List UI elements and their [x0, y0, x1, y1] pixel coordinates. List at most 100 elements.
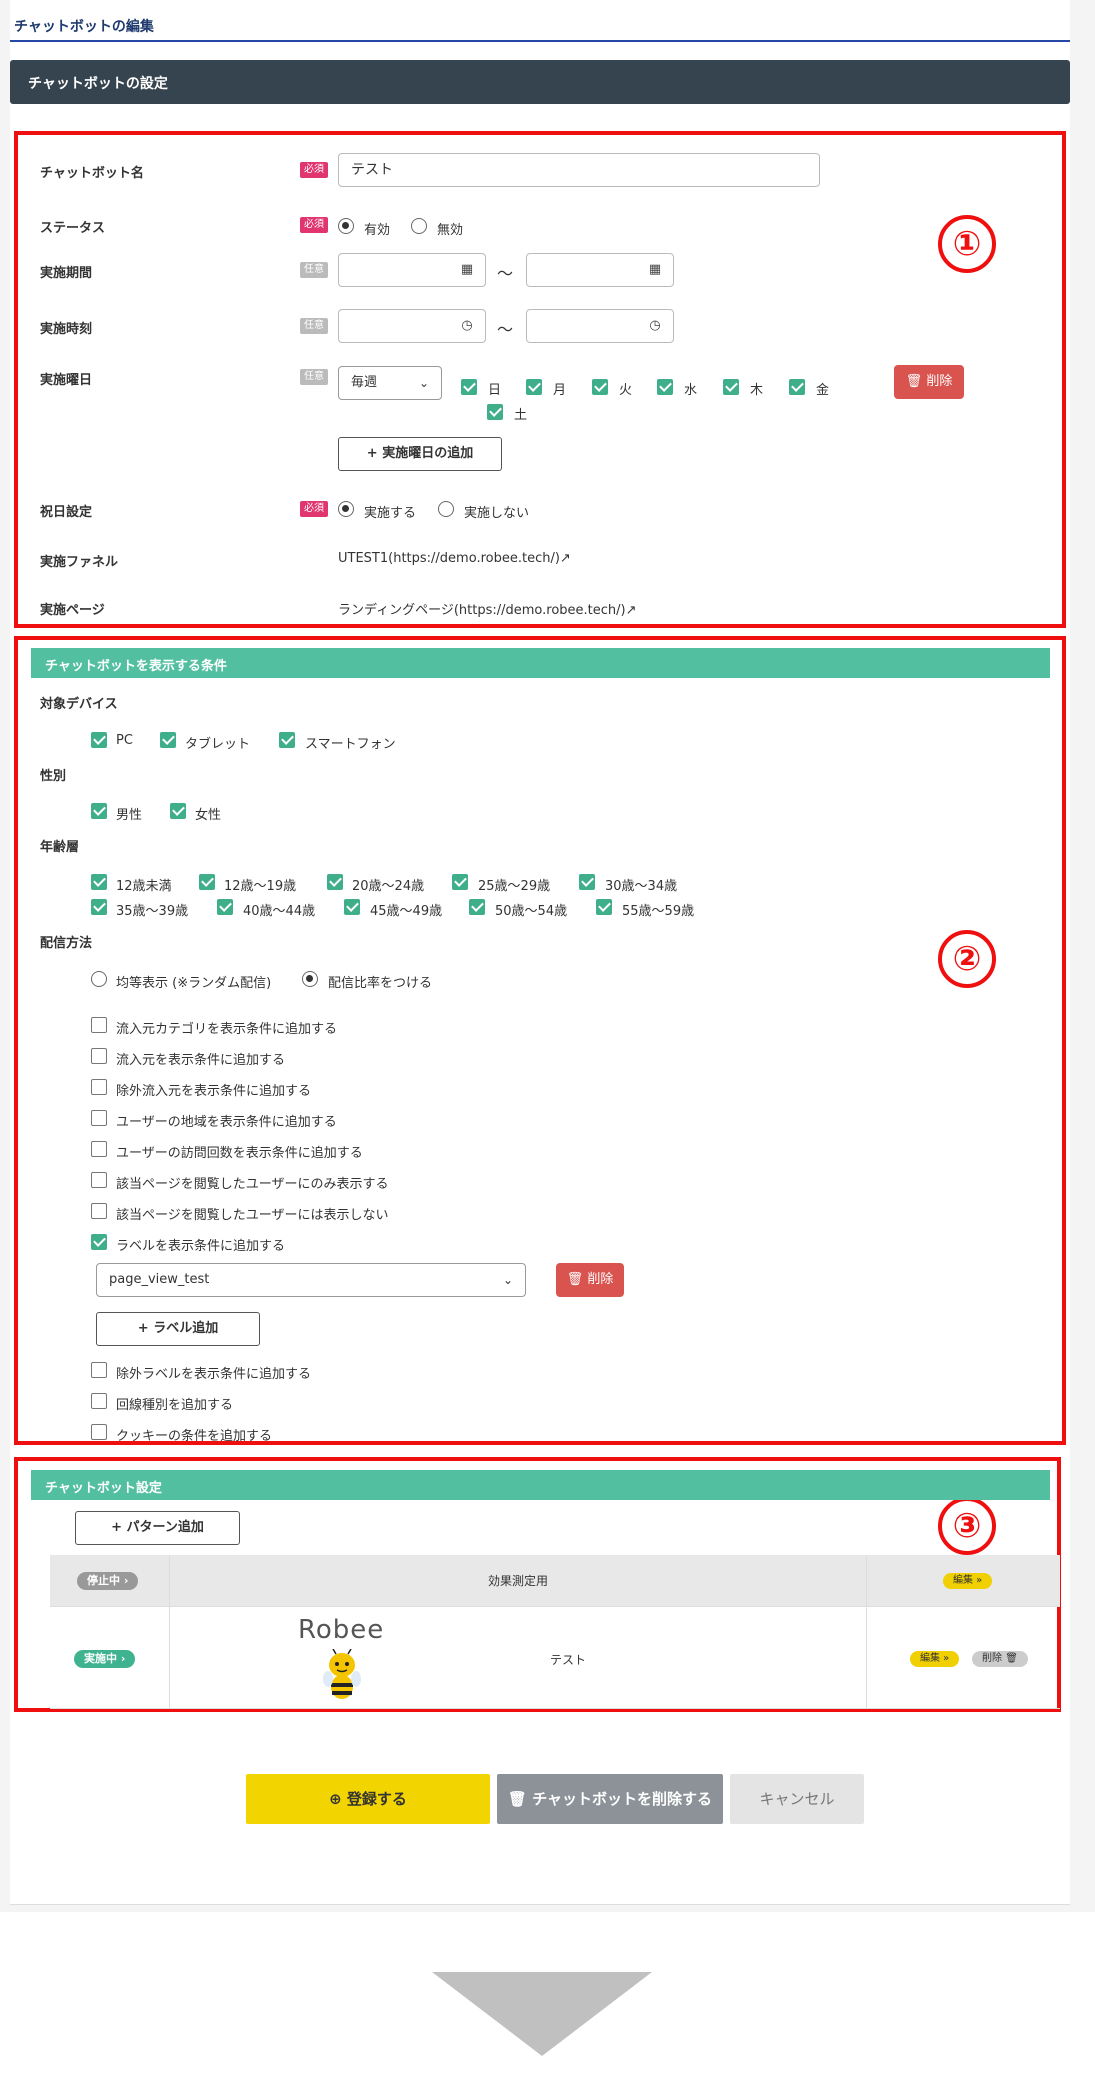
cond-checkbox-region[interactable]	[91, 1110, 107, 1126]
required-badge: 必須	[300, 501, 328, 517]
device-checkbox-tablet[interactable]	[160, 732, 176, 748]
gender-checkbox-male[interactable]	[91, 803, 107, 819]
chevron-down-icon: ⌄	[418, 376, 429, 390]
device-checkbox-smartphone[interactable]	[279, 732, 295, 748]
age-checkbox[interactable]	[344, 899, 360, 915]
status-enabled-radio[interactable]	[338, 218, 354, 234]
marker-2: ②	[938, 930, 996, 988]
optional-badge: 任意	[300, 262, 328, 278]
device-checkbox-pc[interactable]	[91, 732, 107, 748]
weekday-select[interactable]: 毎週 ⌄	[338, 366, 442, 400]
cond-checkbox-viewed-exclude[interactable]	[91, 1203, 107, 1219]
delete-button[interactable]: 削除 🗑	[972, 1651, 1028, 1667]
external-link-icon: ↗	[625, 603, 637, 618]
age-option: 55歳～59歳	[622, 904, 695, 919]
title-underline	[10, 40, 1070, 42]
age-checkbox[interactable]	[91, 874, 107, 890]
day-checkbox-tue[interactable]	[592, 379, 608, 395]
cond-label: ラベルを表示条件に追加する	[116, 1239, 286, 1254]
gender-checkbox-female[interactable]	[170, 803, 186, 819]
age-checkbox[interactable]	[579, 874, 595, 890]
status-enabled-label: 有効	[364, 223, 391, 238]
cond-checkbox-line-type[interactable]	[91, 1393, 107, 1409]
add-weekday-button[interactable]: + 実施曜日の追加	[338, 437, 502, 471]
register-button[interactable]: ⊕ 登録する	[246, 1774, 490, 1824]
calendar-icon: ▦	[460, 262, 474, 277]
status-stopped-badge[interactable]: 停止中 ›	[77, 1572, 139, 1590]
edit-button[interactable]: 編集 »	[943, 1573, 993, 1589]
label-delete-button[interactable]: 🗑 削除	[556, 1263, 624, 1297]
marker-3: ③	[938, 1497, 996, 1555]
page-link[interactable]: ランディングページ(https://demo.robee.tech/)↗	[338, 599, 637, 618]
status-running-badge[interactable]: 実施中 ›	[74, 1650, 136, 1668]
day-label-mon: 月	[553, 383, 567, 398]
age-option: 35歳～39歳	[116, 904, 189, 919]
required-badge: 必須	[300, 217, 328, 233]
label-select[interactable]: page_view_test ⌄	[96, 1263, 526, 1297]
age-option: 50歳～54歳	[495, 904, 568, 919]
day-checkbox-wed[interactable]	[657, 379, 673, 395]
age-checkbox[interactable]	[217, 899, 233, 915]
period-end-input[interactable]: ▦	[526, 253, 674, 287]
delete-chatbot-button[interactable]: 🗑 チャットボットを削除する	[497, 1774, 723, 1824]
cond-checkbox-source[interactable]	[91, 1048, 107, 1064]
cond-label: 該当ページを閲覧したユーザーにのみ表示する	[116, 1177, 389, 1192]
cond-checkbox-excluded-label[interactable]	[91, 1362, 107, 1378]
cond-checkbox-viewed-only[interactable]	[91, 1172, 107, 1188]
cancel-button[interactable]: キャンセル	[730, 1774, 864, 1824]
delivery-even-radio[interactable]	[91, 971, 107, 987]
day-checkbox-mon[interactable]	[526, 379, 542, 395]
cond-checkbox-label[interactable]	[91, 1234, 107, 1250]
holiday-off-radio[interactable]	[438, 501, 454, 517]
cond-checkbox-visits[interactable]	[91, 1141, 107, 1157]
delivery-label: 配信方法	[40, 936, 93, 951]
day-checkbox-sun[interactable]	[461, 379, 477, 395]
age-checkbox[interactable]	[91, 899, 107, 915]
pattern-name: テスト	[550, 1653, 587, 1667]
device-label-tablet: タブレット	[185, 737, 251, 752]
add-label-button[interactable]: + ラベル追加	[96, 1312, 260, 1346]
cond-checkbox-cookie[interactable]	[91, 1424, 107, 1440]
day-checkbox-thu[interactable]	[723, 379, 739, 395]
cond-checkbox-excluded-source[interactable]	[91, 1079, 107, 1095]
period-start-input[interactable]: ▦	[338, 253, 486, 287]
optional-badge: 任意	[300, 318, 328, 334]
holiday-on-radio[interactable]	[338, 501, 354, 517]
time-tilde: ～	[497, 320, 514, 339]
bee-mascot-icon	[323, 1649, 361, 1699]
age-checkbox[interactable]	[199, 874, 215, 890]
funnel-link[interactable]: UTEST1(https://demo.robee.tech/)↗	[338, 551, 571, 566]
status-label: ステータス	[40, 221, 106, 236]
chatbot-name-input[interactable]: テスト	[338, 153, 820, 187]
chatbot-name-label: チャットボット名	[40, 166, 144, 181]
cond-label: 流入元カテゴリを表示条件に追加する	[116, 1022, 338, 1037]
page-label: 実施ページ	[40, 603, 105, 618]
time-end-input[interactable]: ◷	[526, 309, 674, 343]
add-pattern-button[interactable]: + パターン追加	[75, 1511, 240, 1545]
age-checkbox[interactable]	[469, 899, 485, 915]
cond-label: クッキーの条件を追加する	[116, 1429, 273, 1444]
settings-header-label: チャットボットの設定	[28, 76, 168, 92]
age-checkbox[interactable]	[452, 874, 468, 890]
time-label: 実施時刻	[40, 322, 93, 337]
day-label-tue: 火	[619, 383, 633, 398]
down-arrow	[432, 1972, 652, 2056]
plus-icon: +	[111, 1520, 122, 1535]
age-option: 45歳～49歳	[370, 904, 443, 919]
age-option: 12歳～19歳	[224, 879, 297, 894]
time-start-input[interactable]: ◷	[338, 309, 486, 343]
clock-icon: ◷	[649, 318, 661, 333]
edit-button[interactable]: 編集 »	[910, 1651, 960, 1667]
device-label-smartphone: スマートフォン	[305, 737, 396, 752]
settings-header: チャットボットの設定	[10, 60, 1070, 104]
status-disabled-radio[interactable]	[411, 218, 427, 234]
delivery-ratio-radio[interactable]	[302, 971, 318, 987]
age-checkbox[interactable]	[327, 874, 343, 890]
cond-checkbox-source-category[interactable]	[91, 1017, 107, 1033]
weekday-delete-button[interactable]: 🗑 削除	[894, 365, 964, 399]
day-checkbox-sat[interactable]	[487, 404, 503, 420]
age-checkbox[interactable]	[596, 899, 612, 915]
day-checkbox-fri[interactable]	[789, 379, 805, 395]
day-label-sat: 土	[514, 408, 528, 423]
age-label: 年齢層	[40, 840, 80, 855]
